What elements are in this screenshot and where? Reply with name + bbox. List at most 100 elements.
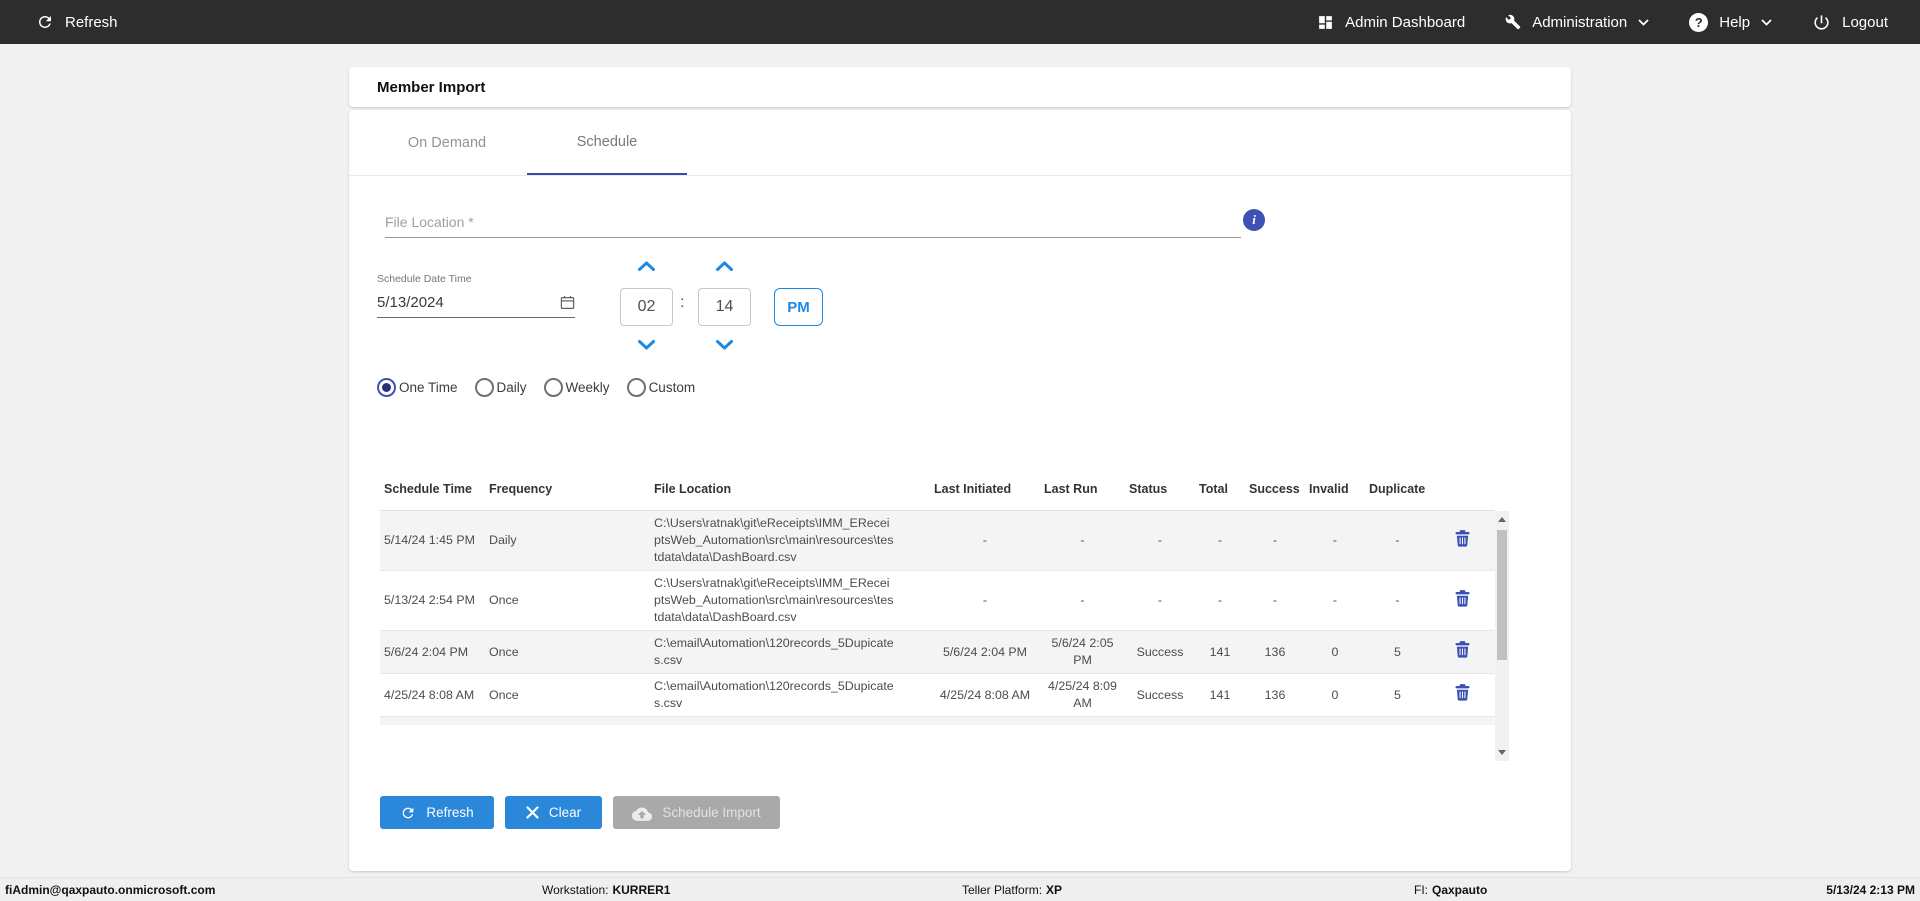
refresh-icon (36, 13, 54, 31)
cell-success: 136 (1264, 687, 1286, 702)
schedule-date-input[interactable]: 5/13/2024 (377, 288, 575, 318)
member-import-card: On Demand Schedule i Schedule Date Time … (349, 110, 1571, 871)
radio-daily[interactable]: Daily (474, 378, 527, 397)
cell-duplicate: 5 (1394, 687, 1401, 702)
logout-button[interactable]: Logout (1812, 13, 1888, 32)
clear-button[interactable]: Clear (505, 796, 602, 829)
radio-label: One Time (399, 380, 458, 395)
help-menu[interactable]: ? Help (1689, 12, 1772, 32)
tab-on-demand[interactable]: On Demand (367, 110, 527, 175)
cell-file-location: C:\email\Automation\120records_5Dupicate… (654, 636, 894, 667)
delete-row-button[interactable] (1455, 684, 1470, 701)
fi-label: FI: (1414, 882, 1428, 897)
radio-weekly[interactable]: Weekly (543, 378, 610, 397)
delete-row-button[interactable] (1455, 641, 1470, 658)
file-location-input[interactable] (385, 198, 1241, 238)
info-icon[interactable]: i (1243, 209, 1265, 231)
cell-file-location: C:\Users\ratnak\git\eReceipts\IMM_ERecei… (654, 576, 894, 624)
radio-circle (543, 378, 563, 397)
administration-menu[interactable]: Administration (1505, 14, 1649, 31)
cell-last-initiated: - (982, 593, 988, 607)
table-scrollbar[interactable] (1495, 511, 1509, 761)
admin-dashboard-button[interactable]: Admin Dashboard (1317, 14, 1465, 31)
meridiem-toggle[interactable]: PM (774, 288, 823, 326)
minute-input[interactable] (698, 288, 751, 326)
clear-label: Clear (548, 805, 582, 820)
cell-invalid: - (1332, 593, 1338, 607)
help-label: Help (1719, 13, 1751, 31)
cell-invalid: 0 (1331, 687, 1339, 702)
cell-status: Success (1136, 687, 1184, 702)
delete-row-button[interactable] (1455, 589, 1470, 607)
teller-platform-value: XP (1046, 882, 1063, 897)
cell-status: Success (1136, 644, 1184, 659)
workstation-value: KURRER1 (612, 882, 671, 897)
topbar-refresh-button[interactable]: Refresh (36, 13, 118, 31)
header-last-run: Last Run (1044, 481, 1098, 496)
scroll-down-arrow[interactable] (1498, 750, 1506, 755)
fi-info: FI: Qaxpauto (1414, 878, 1487, 901)
teller-platform-info: Teller Platform: XP (962, 878, 1062, 901)
header-status: Status (1129, 481, 1168, 496)
table-body: 5/14/24 1:45 PM Daily C:\Users\ratnak\gi… (380, 511, 1495, 761)
calendar-icon[interactable] (560, 295, 575, 310)
cell-frequency: Daily (489, 533, 517, 547)
radio-custom[interactable]: Custom (626, 378, 696, 397)
cell-frequency: Once (489, 644, 519, 659)
cell-schedule-time: 5/6/24 2:04 PM (384, 644, 469, 659)
header-total: Total (1199, 481, 1228, 496)
refresh-button[interactable]: Refresh (380, 796, 494, 829)
cell-file-location: C:\email\Automation\120records_5Dupicate… (654, 679, 894, 710)
wrench-icon (1505, 14, 1521, 30)
schedule-date-value: 5/13/2024 (377, 294, 444, 311)
fi-value: Qaxpauto (1432, 882, 1488, 897)
minute-up-button[interactable] (698, 258, 751, 274)
status-bar: fiAdmin@qaxpauto.onmicrosoft.com Worksta… (0, 877, 1920, 901)
cell-schedule-time: 4/25/24 8:08 AM (384, 687, 475, 702)
cell-last-initiated: - (982, 533, 988, 547)
radio-one-time[interactable]: One Time (377, 378, 458, 397)
table-row: 5/14/24 1:45 PM Daily C:\Users\ratnak\gi… (380, 511, 1495, 571)
hour-up-button[interactable] (620, 258, 673, 274)
cell-invalid: - (1332, 533, 1338, 547)
workstation-label: Workstation: (542, 882, 609, 897)
radio-circle (626, 378, 646, 397)
cell-status: - (1157, 533, 1163, 547)
cell-invalid: 0 (1331, 644, 1339, 659)
cell-success: 136 (1264, 644, 1286, 659)
time-separator: : (680, 294, 685, 311)
table-row: 4/25/24 8:08 AM Once C:\email\Automation… (380, 674, 1495, 717)
header-file-location: File Location (654, 481, 732, 496)
cell-last-run: 4/25/24 8:09 AM (1048, 679, 1117, 710)
schedule-import-button[interactable]: Schedule Import (613, 796, 780, 829)
info-glyph: i (1252, 212, 1256, 227)
table-row: 5/13/24 2:54 PM Once C:\Users\ratnak\git… (380, 571, 1495, 631)
teller-platform-label: Teller Platform: (962, 882, 1043, 897)
admin-dashboard-label: Admin Dashboard (1345, 13, 1466, 31)
cell-success: - (1272, 533, 1278, 547)
delete-row-button[interactable] (1455, 529, 1470, 547)
tab-schedule[interactable]: Schedule (527, 110, 687, 175)
status-datetime: 5/13/24 2:13 PM (1826, 882, 1915, 897)
minute-down-button[interactable] (698, 336, 751, 352)
cell-schedule-time: 5/14/24 1:45 PM (384, 533, 475, 547)
cell-duplicate: - (1395, 533, 1400, 547)
scroll-up-arrow[interactable] (1498, 517, 1506, 522)
page-title: Member Import (377, 78, 486, 96)
scrollbar-thumb[interactable] (1497, 530, 1507, 660)
cell-last-run: - (1080, 593, 1085, 607)
radio-label: Custom (648, 380, 696, 395)
hour-down-button[interactable] (620, 336, 673, 352)
radio-circle (377, 378, 396, 397)
topbar: Refresh Admin Dashboard Administration ?… (0, 0, 1920, 44)
cell-last-initiated: 5/6/24 2:04 PM (942, 644, 1028, 659)
cell-frequency: Once (489, 593, 519, 607)
action-buttons: Refresh Clear Schedule Import (380, 796, 780, 829)
hour-input[interactable] (620, 288, 673, 326)
cell-schedule-time: 5/13/24 2:54 PM (384, 593, 475, 607)
cell-file-location: C:\Users\ratnak\git\eReceipts\IMM_ERecei… (654, 516, 894, 564)
page-title-card: Member Import (349, 67, 1571, 107)
logged-in-user: fiAdmin@qaxpauto.onmicrosoft.com (5, 882, 216, 897)
cloud-upload-icon (632, 804, 653, 821)
refresh-icon (400, 805, 416, 821)
